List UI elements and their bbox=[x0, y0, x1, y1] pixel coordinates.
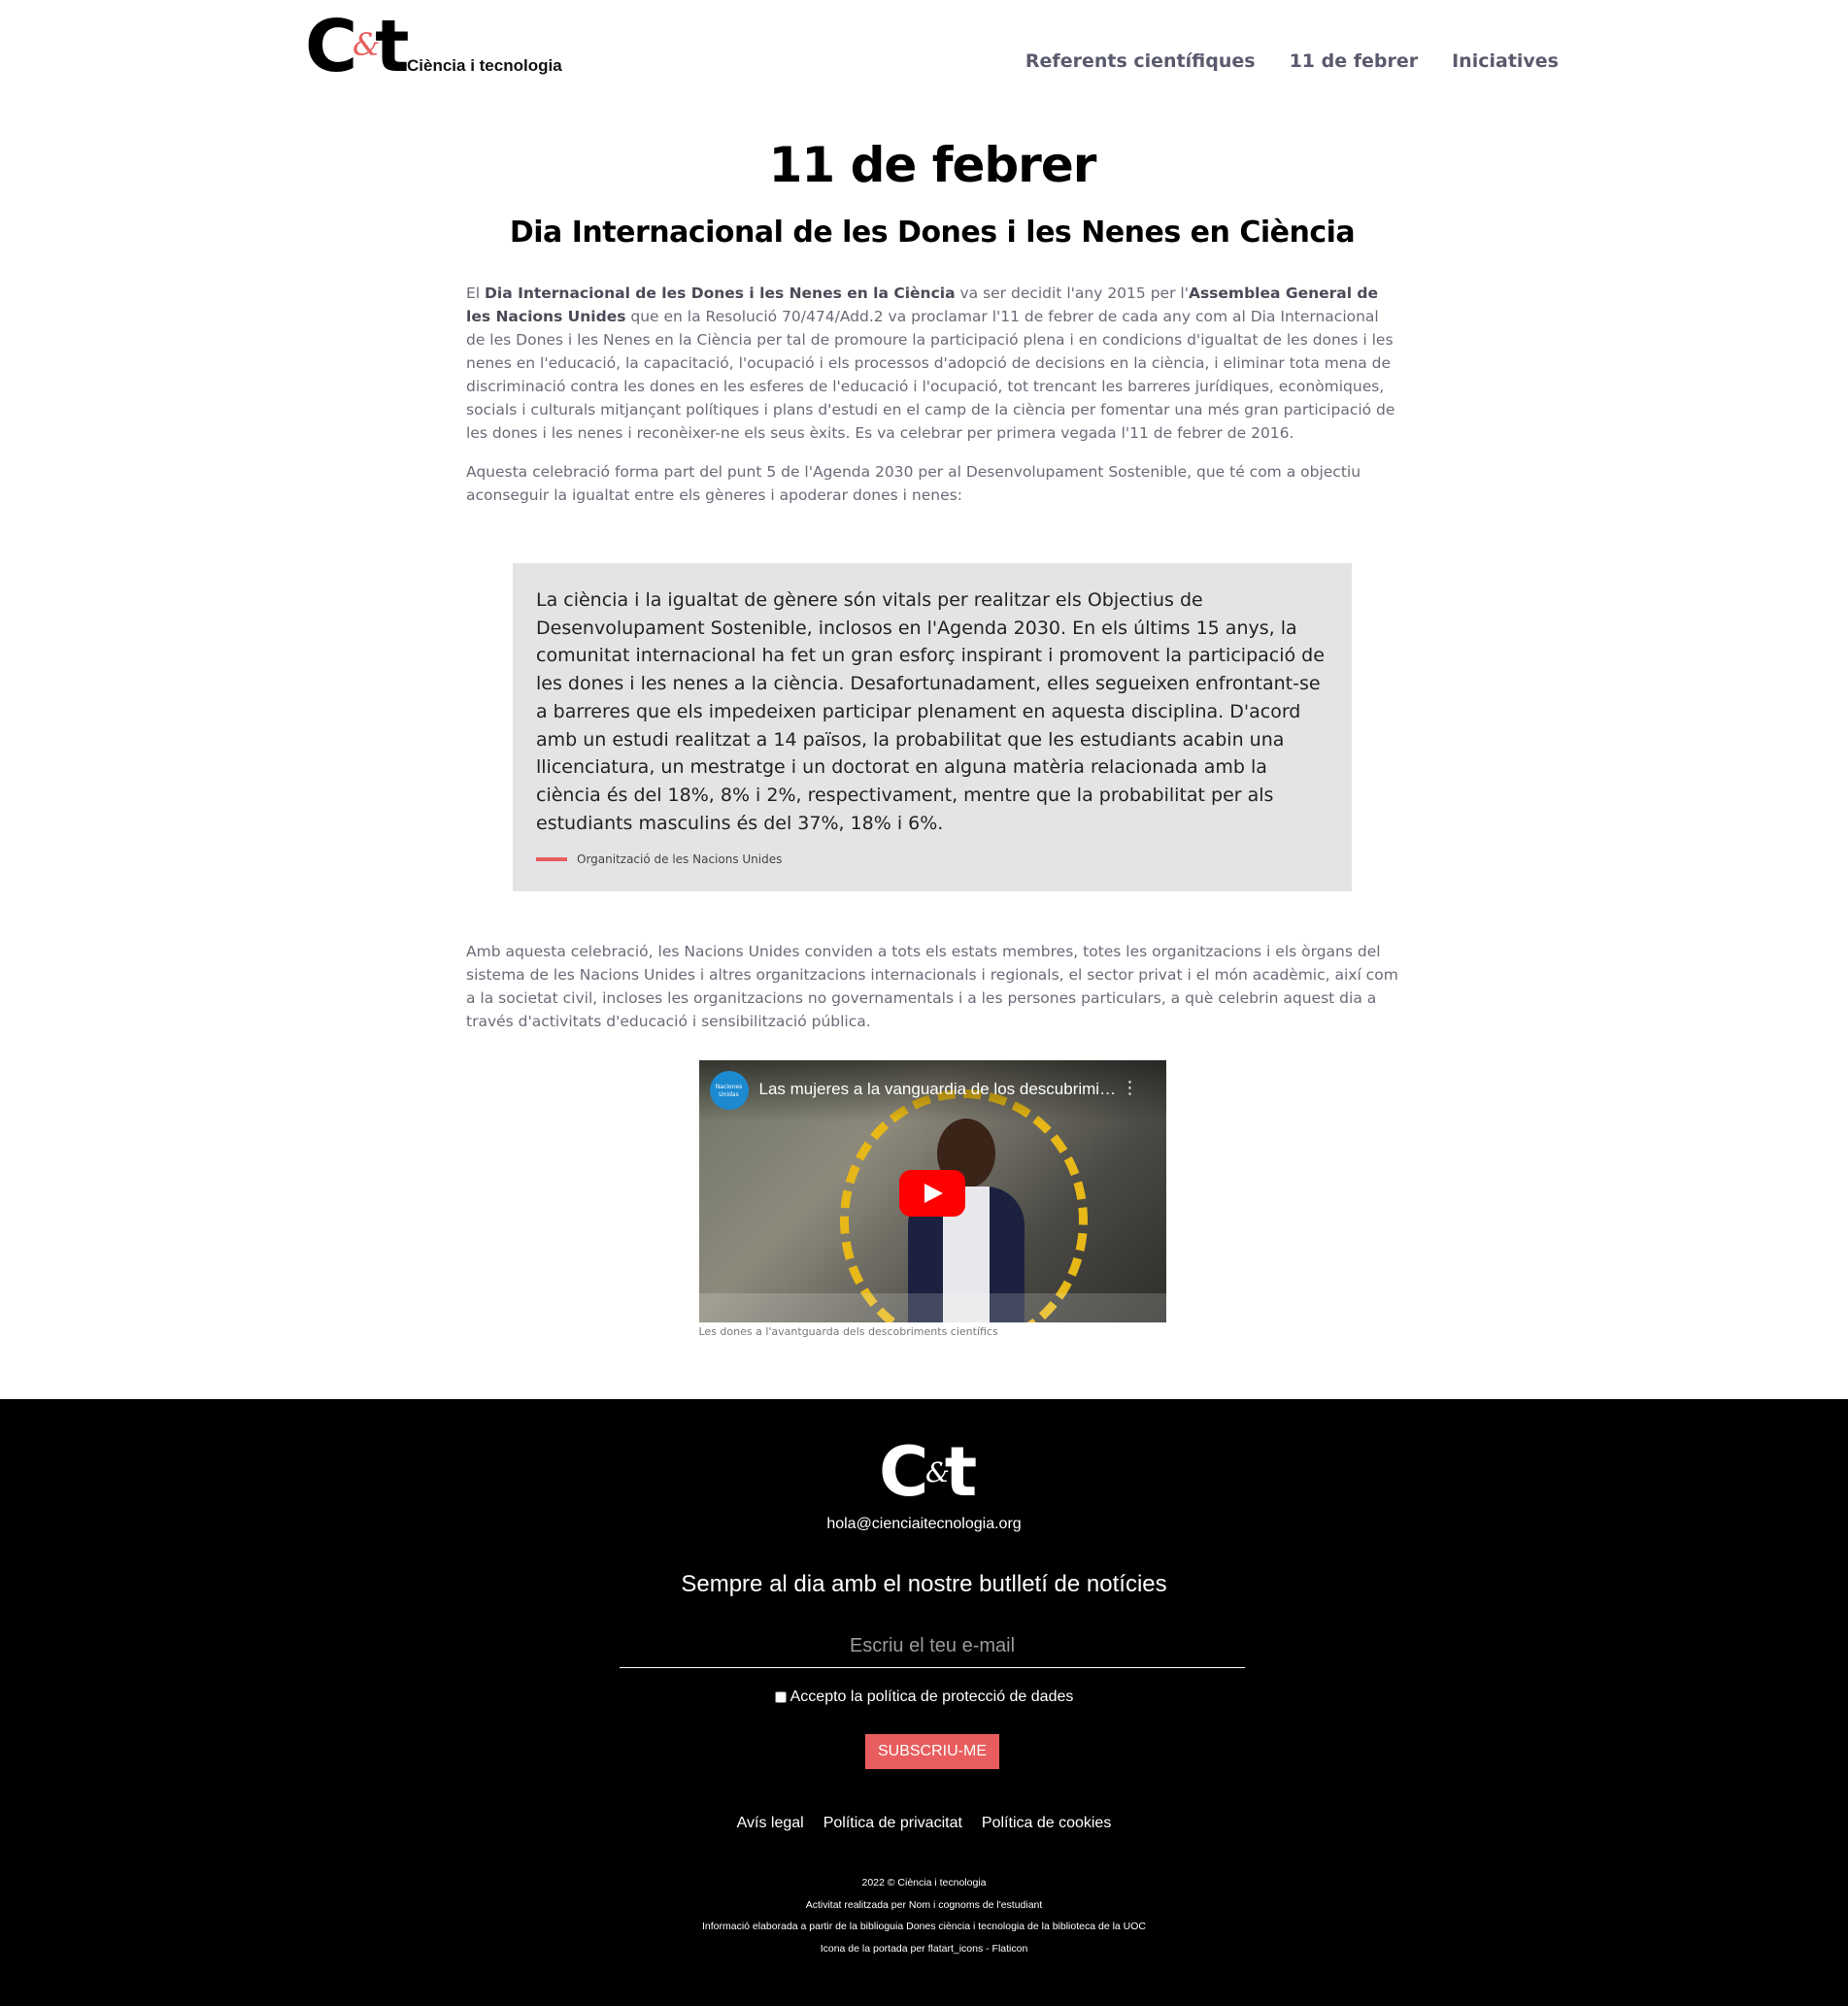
page-subtitle: Dia Internacional de les Dones i les Nen… bbox=[509, 216, 1356, 250]
nav-link-iniciatives[interactable]: Iniciatives bbox=[1452, 50, 1559, 72]
footer-credits: 2022 © Ciència i tecnologia Activitat re… bbox=[0, 1872, 1848, 1959]
consent-checkbox-row[interactable]: Accepto la política de protecció de dade… bbox=[0, 1688, 1848, 1706]
credit-author: Activitat realitzada per Nom i cognoms d… bbox=[805, 1898, 1043, 1911]
newsletter-email-input[interactable] bbox=[620, 1624, 1245, 1668]
video-control-bar bbox=[698, 1293, 1166, 1323]
credit-copyright: 2022 © Ciència i tecnologia bbox=[861, 1877, 987, 1889]
quote-text: La ciència i la igualtat de gènere són v… bbox=[536, 589, 1325, 834]
un-channel-icon[interactable]: Naciones Unidas bbox=[709, 1071, 749, 1111]
footer-link-legal[interactable]: Avís legal bbox=[737, 1815, 804, 1832]
video-player[interactable]: Naciones Unidas Las mujeres a la vanguar… bbox=[698, 1060, 1166, 1323]
celebration-paragraph: Amb aquesta celebració, les Nacions Unid… bbox=[466, 943, 1398, 1031]
video-title[interactable]: Las mujeres a la vanguardia de los descu… bbox=[759, 1080, 1119, 1099]
main-nav: Referents científiques 11 de febrer Inic… bbox=[1025, 50, 1559, 72]
un-quote: La ciència i la igualtat de gènere són v… bbox=[513, 563, 1352, 892]
footer-logo[interactable]: C t & bbox=[879, 1436, 995, 1508]
nav-link-referents[interactable]: Referents científiques bbox=[1025, 50, 1256, 72]
play-icon[interactable] bbox=[898, 1170, 965, 1218]
logo-tagline: Ciència i tecnologia bbox=[407, 56, 562, 75]
intro-paragraph: El Dia Internacional de les Dones i les … bbox=[466, 284, 1395, 442]
site-footer: C t & hola@cienciaitecnologia.org Sempre… bbox=[0, 1399, 1848, 2006]
credit-icon: Icona de la portada per flatart_icons - … bbox=[820, 1942, 1028, 1955]
nav-link-11-febrer[interactable]: 11 de febrer bbox=[1290, 50, 1419, 72]
credit-source: Informació elaborada a partir de la bibl… bbox=[701, 1921, 1147, 1932]
site-header: C t & Ciència i tecnologia Referents cie… bbox=[0, 0, 1848, 126]
more-options-icon[interactable]: ⋮ bbox=[1122, 1080, 1139, 1097]
footer-links: Avís legal Política de privacitat Políti… bbox=[0, 1815, 1848, 1832]
quote-source-bar bbox=[536, 857, 567, 862]
footer-logo-ampersand: & bbox=[925, 1456, 950, 1488]
video-embed: Naciones Unidas Las mujeres a la vanguar… bbox=[698, 1060, 1166, 1339]
video-caption: Les dones a l'avantguarda dels descobrim… bbox=[698, 1325, 998, 1339]
site-logo[interactable]: C t & Ciència i tecnologia bbox=[305, 8, 577, 85]
newsletter-heading: Sempre al dia amb el nostre butlletí de … bbox=[681, 1571, 1167, 1597]
consent-checkbox[interactable] bbox=[774, 1691, 787, 1703]
quote-source: Organització de les Nacions Unides bbox=[536, 853, 1328, 866]
footer-email[interactable]: hola@cienciaitecnologia.org bbox=[0, 1516, 1848, 1533]
footer-link-cookies[interactable]: Política de cookies bbox=[982, 1815, 1111, 1832]
quote-source-label: Organització de les Nacions Unides bbox=[577, 853, 783, 867]
logo-ampersand: & bbox=[353, 26, 381, 63]
agenda-paragraph: Aquesta celebració forma part del punt 5… bbox=[466, 463, 1361, 504]
main-content: 11 de febrer Dia Internacional de les Do… bbox=[466, 126, 1398, 1338]
consent-label: Accepto la política de protecció de dade… bbox=[790, 1688, 1074, 1705]
footer-link-privacy[interactable]: Política de privacitat bbox=[823, 1815, 962, 1832]
video-thumbnail-person bbox=[907, 1119, 1025, 1323]
subscribe-button[interactable]: SUBSCRIU-ME bbox=[865, 1734, 999, 1769]
page-title: 11 de febrer bbox=[768, 137, 1097, 193]
